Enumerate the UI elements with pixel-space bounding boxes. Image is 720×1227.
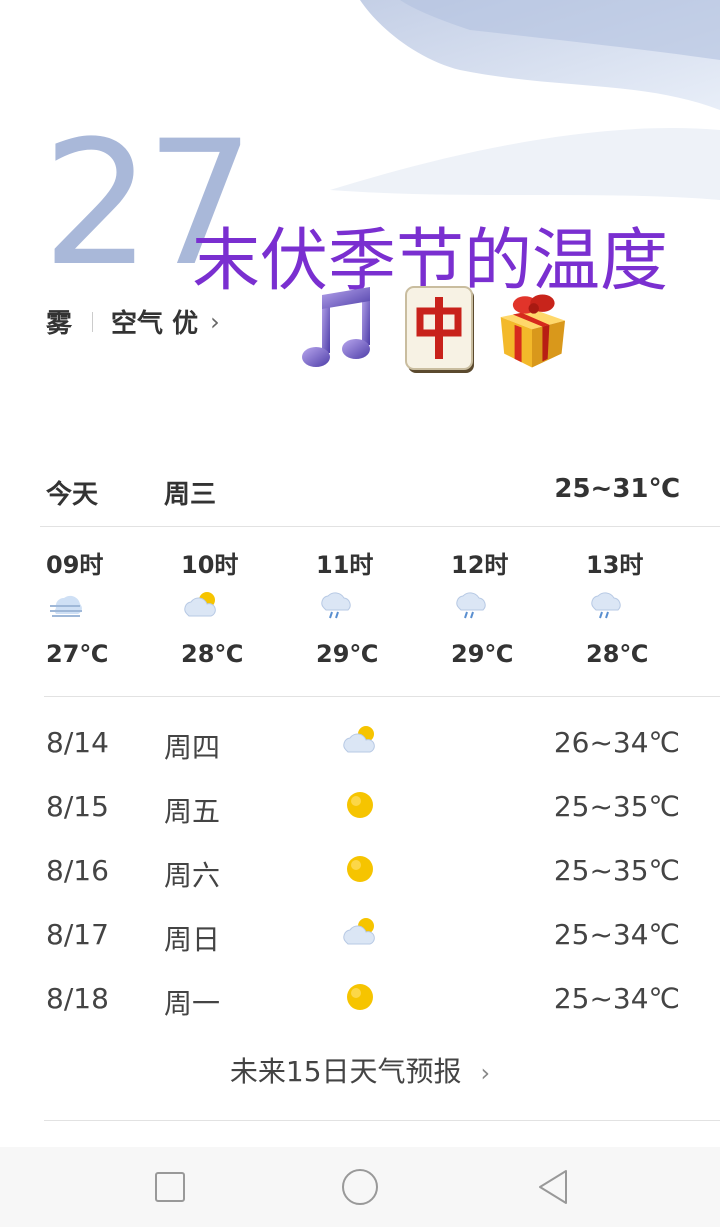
rain-icon: [456, 592, 486, 619]
hourly-item: 09时 27℃: [46, 545, 156, 668]
rain-icon: [321, 592, 351, 619]
gift-icon: [500, 294, 566, 368]
daily-row[interactable]: 8/14 周四 26~34℃: [46, 720, 680, 770]
today-weekday: 周三: [164, 480, 217, 510]
day-date: 8/18: [46, 982, 109, 1015]
hourly-item: 12时 29℃: [451, 545, 561, 668]
day-temp-range: 26~34℃: [553, 726, 680, 759]
partly-cloudy-icon: [184, 592, 216, 617]
hour-label: 11时: [316, 551, 374, 579]
day-weekday: 周五: [164, 795, 221, 828]
hour-temp: 29℃: [451, 640, 514, 668]
day-date: 8/16: [46, 854, 109, 887]
divider: [44, 1120, 720, 1121]
day-date: 8/17: [46, 918, 109, 951]
hour-label: 10时: [181, 551, 239, 579]
day-temp-range: 25~34℃: [553, 918, 680, 951]
sun-icon: [347, 792, 373, 818]
day-weekday: 周日: [164, 923, 221, 956]
day-date: 8/15: [46, 790, 109, 823]
fifteen-day-forecast-link[interactable]: 未来15日天气预报 ›: [0, 1050, 720, 1090]
forecast-link-label: 未来15日天气预报: [229, 1055, 462, 1088]
rain-icon: [591, 592, 621, 619]
sun-icon: [347, 984, 373, 1010]
hour-temp: 28℃: [586, 640, 649, 668]
recent-apps-button[interactable]: [150, 1167, 190, 1207]
hourly-item: 10时 28℃: [181, 545, 291, 668]
today-temp-range: 25~31℃: [554, 474, 680, 504]
day-date: 8/14: [46, 726, 109, 759]
hour-temp: 27℃: [46, 640, 109, 668]
day-temp-range: 25~35℃: [553, 854, 680, 887]
divider: [92, 311, 94, 332]
back-button[interactable]: [534, 1167, 574, 1207]
divider: [44, 696, 720, 697]
chevron-right-icon: ›: [210, 307, 220, 336]
sun-icon: [347, 856, 373, 882]
day-temp-range: 25~35℃: [553, 790, 680, 823]
system-navigation-bar: [0, 1147, 720, 1227]
daily-row[interactable]: 8/18 周一 25~34℃: [46, 976, 680, 1026]
fog-icon: [50, 595, 82, 617]
hour-temp: 29℃: [316, 640, 379, 668]
air-quality-link[interactable]: 空气 优: [111, 303, 198, 340]
home-button[interactable]: [340, 1167, 380, 1207]
weather-condition: 雾: [46, 309, 73, 339]
partly-cloudy-icon: [343, 726, 375, 753]
day-weekday: 周四: [164, 731, 221, 764]
hour-label: 13时: [586, 551, 644, 579]
music-note-icon: [302, 287, 370, 367]
today-label: 今天: [46, 480, 99, 510]
hour-label: 12时: [451, 551, 509, 579]
partly-cloudy-icon: [343, 918, 375, 945]
hour-label: 09时: [46, 551, 104, 579]
daily-row[interactable]: 8/15 周五 25~35℃: [46, 784, 680, 834]
hour-temp: 28℃: [181, 640, 244, 668]
hourly-item: 13时 28℃: [586, 545, 696, 668]
day-weekday: 周六: [164, 859, 221, 892]
day-temp-range: 25~34℃: [553, 982, 680, 1015]
hourly-item: 11时 29℃: [316, 545, 426, 668]
divider: [40, 526, 720, 527]
daily-row[interactable]: 8/17 周日 25~34℃: [46, 912, 680, 962]
day-weekday: 周一: [164, 987, 221, 1020]
current-conditions: 雾 空气 优 ›: [46, 303, 220, 340]
daily-row[interactable]: 8/16 周六 25~35℃: [46, 848, 680, 898]
chevron-right-icon: ›: [480, 1059, 491, 1087]
today-summary: 今天 周三 25~31℃: [46, 474, 680, 518]
mahjong-tile-icon: [405, 286, 474, 373]
